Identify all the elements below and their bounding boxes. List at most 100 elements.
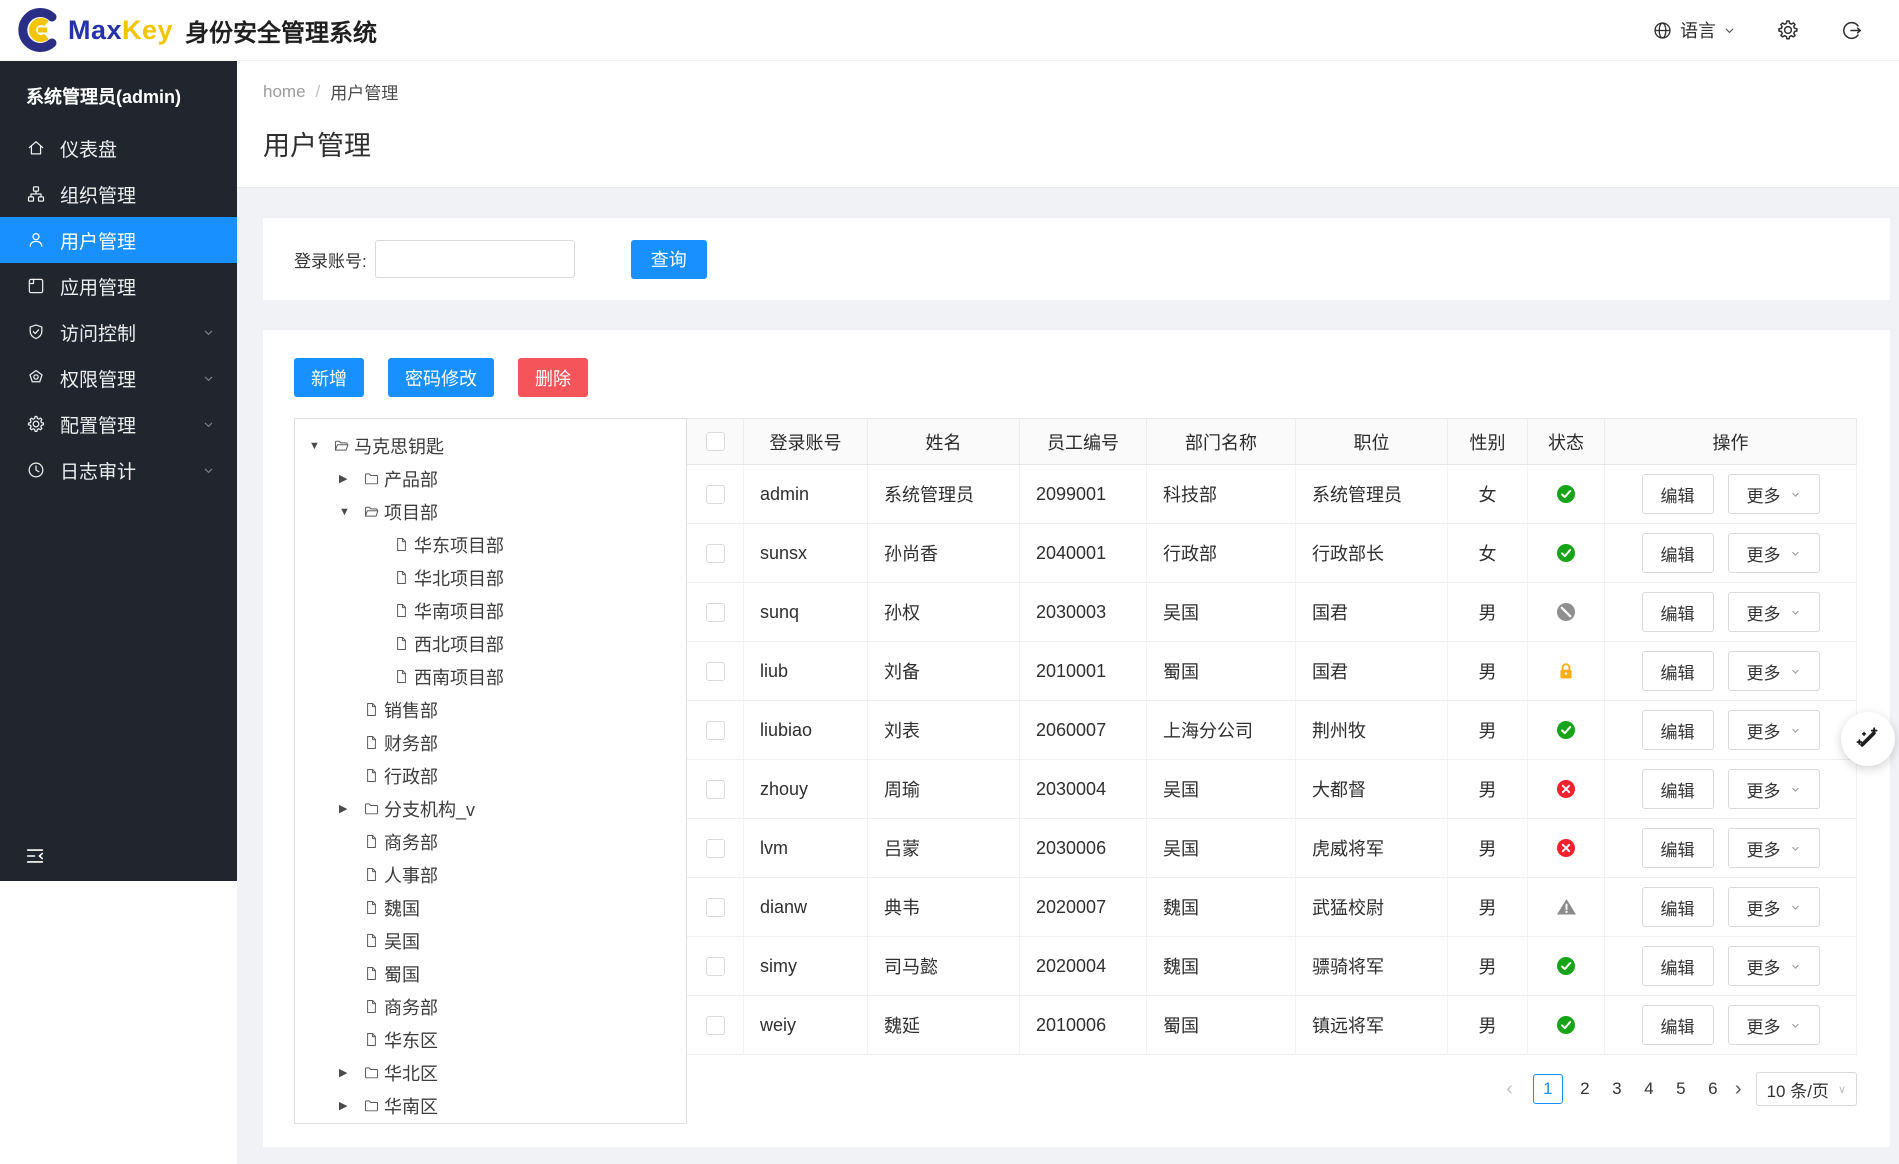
edit-button[interactable]: 编辑: [1641, 474, 1714, 514]
more-button[interactable]: 更多: [1727, 828, 1820, 868]
edit-button[interactable]: 编辑: [1641, 946, 1714, 986]
pagination-page-6[interactable]: 6: [1706, 1079, 1720, 1099]
sidebar-item-applications[interactable]: 应用管理: [0, 263, 237, 309]
file-icon: [397, 669, 406, 684]
sidebar-item-permissions[interactable]: 权限管理: [0, 355, 237, 401]
tree-caret-down-icon[interactable]: ▼: [309, 440, 333, 452]
edit-button[interactable]: 编辑: [1641, 710, 1714, 750]
pagination-page-2[interactable]: 2: [1578, 1079, 1592, 1099]
tree-caret-right-icon[interactable]: ▶: [339, 472, 363, 485]
edit-button[interactable]: 编辑: [1641, 592, 1714, 632]
tree-node[interactable]: 华北项目部: [295, 561, 686, 594]
sidebar-item-label: 配置管理: [60, 415, 137, 437]
sidebar-item-users[interactable]: 用户管理: [0, 217, 237, 263]
edit-button[interactable]: 编辑: [1641, 533, 1714, 573]
tree-node-label: 蜀国: [384, 964, 420, 985]
pagination-prev[interactable]: ‹: [1506, 1078, 1513, 1101]
row-checkbox[interactable]: [705, 661, 725, 681]
pagination-page-1[interactable]: 1: [1532, 1074, 1563, 1104]
login-account-input[interactable]: [374, 240, 575, 278]
file-icon: [367, 768, 376, 783]
tree-node[interactable]: ▶ 分支机构_v: [295, 792, 686, 825]
pagination-next[interactable]: ›: [1735, 1078, 1742, 1101]
tree-node[interactable]: 财务部: [295, 726, 686, 759]
tree-node[interactable]: ▶ 产品部: [295, 462, 686, 495]
row-checkbox[interactable]: [705, 484, 725, 504]
pagination-page-5[interactable]: 5: [1674, 1079, 1688, 1099]
breadcrumb-home-link[interactable]: home: [263, 82, 306, 102]
theme-wand-button[interactable]: [1841, 712, 1895, 766]
more-button[interactable]: 更多: [1727, 592, 1820, 632]
tree-node[interactable]: 销售部: [295, 693, 686, 726]
tree-node[interactable]: 华东区: [295, 1023, 686, 1056]
maxkey-logo-icon: [18, 8, 57, 52]
tree-caret-down-icon[interactable]: ▼: [339, 506, 363, 518]
tree-caret-right-icon[interactable]: ▶: [339, 1099, 363, 1112]
more-button[interactable]: 更多: [1727, 474, 1820, 514]
add-button[interactable]: 新增: [294, 358, 364, 397]
cell-employee-no: 2040001: [1020, 524, 1147, 582]
tree-node[interactable]: 华东项目部: [295, 528, 686, 561]
sidebar-item-audit[interactable]: 日志审计: [0, 447, 237, 493]
tree-node[interactable]: 商务部: [295, 825, 686, 858]
row-checkbox[interactable]: [705, 956, 725, 976]
tree-node[interactable]: 商务部: [295, 990, 686, 1023]
query-button[interactable]: 查询: [630, 239, 707, 279]
table-row: sunsx 孙尚香 2040001 行政部 行政部长女 编辑 更多: [687, 524, 1857, 583]
sidebar-collapse-trigger[interactable]: [0, 831, 237, 881]
settings-button[interactable]: [1776, 18, 1800, 42]
chevron-down-icon: [1791, 728, 1799, 733]
tree-node-label: 财务部: [384, 733, 438, 754]
tree-node[interactable]: ▶ 华南区: [295, 1089, 686, 1122]
tree-node[interactable]: 西南项目部: [295, 660, 686, 693]
select-all-checkbox[interactable]: [705, 432, 725, 451]
pagination-page-3[interactable]: 3: [1610, 1079, 1624, 1099]
tree-node[interactable]: 人事部: [295, 858, 686, 891]
row-checkbox[interactable]: [705, 602, 725, 622]
edit-button[interactable]: 编辑: [1641, 828, 1714, 868]
language-switcher[interactable]: 语言: [1652, 17, 1736, 43]
sidebar-item-configuration[interactable]: 配置管理: [0, 401, 237, 447]
more-button[interactable]: 更多: [1727, 710, 1820, 750]
delete-button[interactable]: 删除: [518, 358, 588, 397]
sidebar-item-organizations[interactable]: 组织管理: [0, 171, 237, 217]
tree-node[interactable]: 西北项目部: [295, 627, 686, 660]
tree-node[interactable]: ▼ 马克思钥匙: [295, 429, 686, 462]
row-checkbox[interactable]: [705, 720, 725, 740]
edit-button[interactable]: 编辑: [1641, 651, 1714, 691]
row-checkbox[interactable]: [705, 779, 725, 799]
tree-caret-right-icon[interactable]: ▶: [339, 802, 363, 815]
edit-button[interactable]: 编辑: [1641, 769, 1714, 809]
sidebar-item-access[interactable]: 访问控制: [0, 309, 237, 355]
more-button[interactable]: 更多: [1727, 946, 1820, 986]
tree-node[interactable]: 魏国: [295, 891, 686, 924]
edit-button[interactable]: 编辑: [1641, 1005, 1714, 1045]
tree-node[interactable]: 华南项目部: [295, 594, 686, 627]
tree-node[interactable]: 吴国: [295, 924, 686, 957]
cell-employee-no: 2010006: [1020, 996, 1147, 1054]
tree-node[interactable]: ▼ 项目部: [295, 495, 686, 528]
more-button[interactable]: 更多: [1727, 533, 1820, 573]
tree-caret-right-icon[interactable]: ▶: [339, 1066, 363, 1079]
row-checkbox[interactable]: [705, 897, 725, 917]
change-password-button[interactable]: 密码修改: [388, 358, 494, 397]
more-button[interactable]: 更多: [1727, 651, 1820, 691]
more-button[interactable]: 更多: [1727, 1005, 1820, 1045]
logout-button[interactable]: [1840, 19, 1863, 42]
pagination-page-4[interactable]: 4: [1642, 1079, 1656, 1099]
cell-actions: 编辑 更多: [1605, 878, 1857, 936]
logout-icon: [1843, 21, 1862, 39]
row-checkbox[interactable]: [705, 838, 725, 858]
row-checkbox[interactable]: [705, 1015, 725, 1035]
sidebar-item-dashboard[interactable]: 仪表盘: [0, 125, 237, 171]
tree-node[interactable]: ▶ 华北区: [295, 1056, 686, 1089]
more-button[interactable]: 更多: [1727, 769, 1820, 809]
page-size-select[interactable]: 10 条/页 ∨: [1755, 1072, 1857, 1106]
more-button[interactable]: 更多: [1727, 887, 1820, 927]
row-checkbox[interactable]: [705, 543, 725, 563]
tree-node-label: 华东区: [384, 1030, 438, 1051]
tree-node[interactable]: 行政部: [295, 759, 686, 792]
edit-button[interactable]: 编辑: [1641, 887, 1714, 927]
cell-name: 司马懿: [868, 937, 1020, 995]
tree-node[interactable]: 蜀国: [295, 957, 686, 990]
